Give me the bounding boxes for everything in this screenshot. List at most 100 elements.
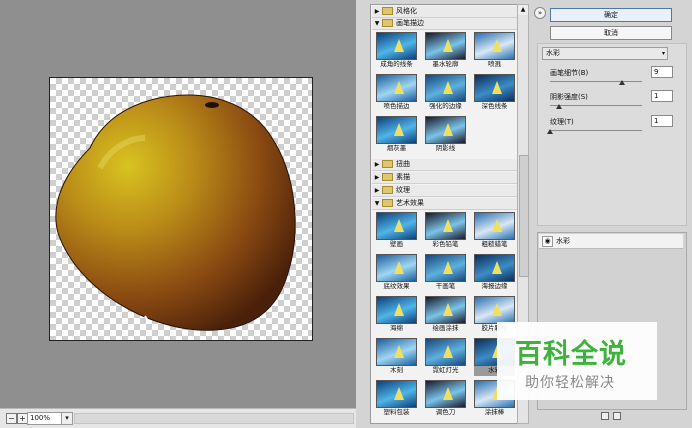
folder-icon bbox=[382, 186, 393, 194]
filter-thumb-label: 木刻 bbox=[390, 366, 403, 374]
sailboat-icon bbox=[443, 345, 453, 358]
filter-settings-panel: 水彩 ▾ 画笔细节(B) 9 阴影强度(S) 1 纹理(T) 1 bbox=[537, 43, 687, 226]
category-brush-strokes[interactable]: ▼ 画笔描边 bbox=[372, 18, 517, 30]
filter-thumb-artgrid-4[interactable]: 干画笔 bbox=[425, 254, 466, 292]
folder-icon bbox=[382, 19, 393, 27]
filter-thumb-artgrid-1[interactable]: 彩色铅笔 bbox=[425, 212, 466, 250]
delete-layer-icon[interactable] bbox=[613, 412, 621, 420]
filter-thumb-brushgrid-3[interactable]: 喷色描边 bbox=[376, 74, 417, 112]
filter-thumb-label: 烟灰墨 bbox=[386, 144, 407, 152]
effect-layer-row[interactable]: ◉ 水彩 bbox=[539, 234, 683, 249]
sailboat-icon bbox=[443, 387, 453, 400]
filter-thumb-brushgrid-7[interactable]: 阴影线 bbox=[425, 116, 466, 154]
filter-thumb-artgrid-12[interactable]: 塑料包装 bbox=[376, 380, 417, 418]
filter-thumb-artgrid-9[interactable]: 木刻 bbox=[376, 338, 417, 376]
zoom-dropdown-icon[interactable]: ▾ bbox=[61, 412, 73, 425]
filter-thumb-brushgrid-4[interactable]: 强化的边缘 bbox=[425, 74, 466, 112]
sailboat-icon bbox=[394, 303, 404, 316]
category-sketch[interactable]: ▶ 素描 bbox=[372, 172, 517, 184]
zoom-level[interactable]: 100% bbox=[27, 412, 64, 425]
filter-thumb-label: 阴影线 bbox=[435, 144, 456, 152]
expand-arrow-icon: ▶ bbox=[374, 174, 380, 181]
preview-status-bar: − + 100% ▾ bbox=[0, 408, 356, 428]
filter-thumb-artgrid-3[interactable]: 底纹效果 bbox=[376, 254, 417, 292]
filter-thumb-label: 调色刀 bbox=[435, 408, 456, 416]
watermark-title: 百科全说 bbox=[515, 339, 627, 370]
sailboat-icon bbox=[443, 261, 453, 274]
brush-detail-input[interactable]: 9 bbox=[651, 66, 673, 78]
expand-arrow-icon: ▶ bbox=[374, 187, 380, 194]
sailboat-icon bbox=[394, 345, 404, 358]
category-stylize[interactable]: ▶ 风格化 bbox=[372, 6, 517, 18]
sailboat-icon bbox=[394, 261, 404, 274]
zoom-out-button[interactable]: − bbox=[6, 413, 17, 424]
brush-detail-slider-knob[interactable] bbox=[618, 80, 625, 85]
effect-layer-name: 水彩 bbox=[556, 237, 570, 245]
preview-area bbox=[0, 0, 356, 408]
brush-detail-slider-track[interactable] bbox=[550, 81, 642, 82]
sailboat-icon bbox=[394, 219, 404, 232]
horizontal-scrollbar[interactable] bbox=[74, 413, 354, 424]
filter-thumb-brushgrid-0[interactable]: 成角的线条 bbox=[376, 32, 417, 70]
eye-icon[interactable]: ◉ bbox=[542, 236, 553, 247]
sailboat-icon bbox=[394, 39, 404, 52]
sailboat-icon bbox=[443, 81, 453, 94]
folder-icon bbox=[382, 160, 393, 168]
texture-slider-track[interactable] bbox=[550, 130, 642, 131]
filter-preview-image bbox=[474, 74, 515, 102]
sailboat-icon bbox=[492, 39, 502, 52]
cancel-button[interactable]: 取消 bbox=[550, 26, 672, 40]
folder-icon bbox=[382, 173, 393, 181]
filter-preview-image bbox=[425, 212, 466, 240]
sailboat-icon bbox=[394, 123, 404, 136]
shadow-intensity-slider-track[interactable] bbox=[550, 105, 642, 106]
filter-thumb-brushgrid-1[interactable]: 墨水轮廓 bbox=[425, 32, 466, 70]
filter-preview-image bbox=[474, 32, 515, 60]
category-artistic[interactable]: ▼ 艺术效果 bbox=[372, 198, 517, 210]
filter-preview-image bbox=[376, 380, 417, 408]
texture-slider-knob[interactable] bbox=[547, 129, 553, 134]
filter-thumb-label: 霓虹灯光 bbox=[432, 366, 459, 374]
filter-thumb-brushgrid-6[interactable]: 烟灰墨 bbox=[376, 116, 417, 154]
watermark: 百科全说 助你轻松解决 bbox=[497, 322, 657, 400]
filter-thumb-brushgrid-2[interactable]: 喷溅 bbox=[474, 32, 515, 70]
filter-thumb-brushgrid-5[interactable]: 深色线条 bbox=[474, 74, 515, 112]
filter-thumb-artgrid-7[interactable]: 绘画涂抹 bbox=[425, 296, 466, 334]
filter-select-value: 水彩 bbox=[546, 49, 560, 57]
scroll-up-icon[interactable]: ▲ bbox=[518, 5, 528, 15]
filter-thumb-artgrid-0[interactable]: 壁画 bbox=[376, 212, 417, 250]
filter-thumb-artgrid-10[interactable]: 霓虹灯光 bbox=[425, 338, 466, 376]
filter-thumb-artgrid-13[interactable]: 调色刀 bbox=[425, 380, 466, 418]
filter-select[interactable]: 水彩 ▾ bbox=[542, 47, 668, 60]
sailboat-icon bbox=[443, 123, 453, 136]
filter-thumb-label: 深色线条 bbox=[481, 102, 508, 110]
filter-preview-image bbox=[376, 212, 417, 240]
filter-thumb-artgrid-2[interactable]: 粗糙蜡笔 bbox=[474, 212, 515, 250]
param-label-texture: 纹理(T) bbox=[550, 118, 574, 126]
sailboat-icon bbox=[492, 303, 502, 316]
filter-thumb-label: 彩色铅笔 bbox=[432, 240, 459, 248]
shadow-intensity-input[interactable]: 1 bbox=[651, 90, 673, 102]
filter-preview-image bbox=[376, 74, 417, 102]
filter-thumb-label: 海绵 bbox=[390, 324, 403, 332]
filter-thumb-label: 海报边缘 bbox=[481, 282, 508, 290]
collapse-gallery-icon[interactable]: » bbox=[534, 7, 546, 19]
filter-preview-image bbox=[376, 116, 417, 144]
filter-thumb-label: 强化的边缘 bbox=[429, 102, 462, 110]
filter-thumb-artgrid-5[interactable]: 海报边缘 bbox=[474, 254, 515, 292]
filter-preview-image bbox=[425, 74, 466, 102]
filter-thumb-artgrid-6[interactable]: 海绵 bbox=[376, 296, 417, 334]
new-layer-icon[interactable] bbox=[601, 412, 609, 420]
shadow-intensity-slider-knob[interactable] bbox=[556, 104, 563, 109]
texture-input[interactable]: 1 bbox=[651, 115, 673, 127]
ok-button[interactable]: 确定 bbox=[550, 8, 672, 22]
filter-preview-image bbox=[376, 338, 417, 366]
category-texture[interactable]: ▶ 纹理 bbox=[372, 185, 517, 197]
scroll-thumb[interactable] bbox=[519, 155, 529, 277]
filter-preview-image bbox=[376, 254, 417, 282]
category-distort[interactable]: ▶ 扭曲 bbox=[372, 159, 517, 171]
filter-preview-image bbox=[425, 338, 466, 366]
filter-preview-image bbox=[376, 296, 417, 324]
filter-thumb-label: 干画笔 bbox=[435, 282, 456, 290]
sailboat-icon bbox=[394, 387, 404, 400]
